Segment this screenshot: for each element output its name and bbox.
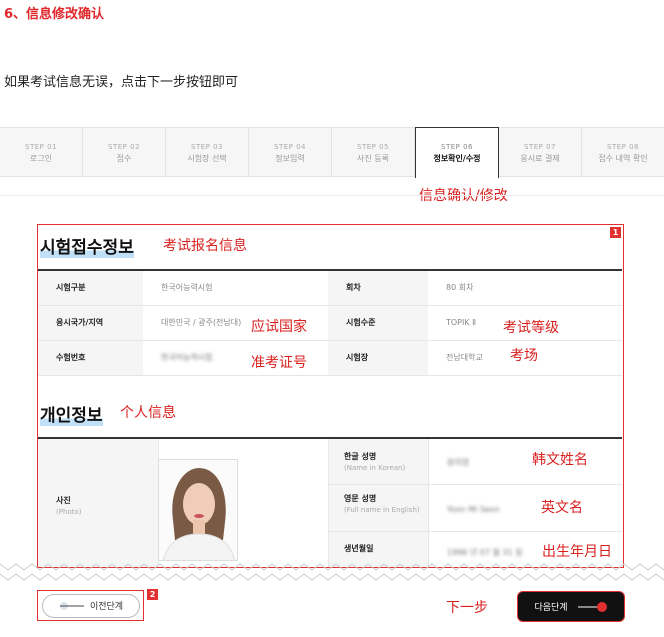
step-number: STEP 07 bbox=[524, 143, 556, 151]
step-label: 로그인 bbox=[29, 154, 53, 163]
english-name-sublabel: (Full name in English) bbox=[344, 506, 420, 514]
exam-info-title: 시험접수정보 bbox=[40, 233, 134, 258]
callout-tag-2: 2 bbox=[147, 589, 158, 600]
step-8: STEP 08 접수 내역 확인 bbox=[582, 128, 664, 176]
previous-step-label: 이전단계 bbox=[89, 602, 124, 612]
arrow-right-icon bbox=[577, 601, 607, 612]
step-6-active: STEP 06 정보확인/수정 bbox=[415, 127, 499, 178]
next-step-annotation: 下一步 bbox=[446, 600, 488, 616]
step-label: 사진 등록 bbox=[357, 154, 389, 163]
session-label: 회차 bbox=[328, 269, 428, 306]
step-label: 시험장 선택 bbox=[187, 154, 227, 163]
step-number: STEP 02 bbox=[108, 143, 140, 151]
step-number: STEP 04 bbox=[274, 143, 306, 151]
number-annotation: 准考证号 bbox=[251, 355, 307, 371]
next-step-button[interactable]: 다음단계 bbox=[517, 591, 625, 622]
personal-table-frame: 사진 (Photo) 한글 성명 (Name in Korean) 윤미영 韩文… bbox=[38, 437, 622, 567]
step-3: STEP 03 시험장 선택 bbox=[166, 128, 249, 176]
confirmation-card: 1 시험접수정보 考试报名信息 시험구분 한국어능력시험 회차 80 회차 응시… bbox=[37, 224, 624, 568]
step-label: 응시료 결제 bbox=[520, 154, 560, 163]
level-label: 시험수준 bbox=[328, 305, 428, 341]
step-progress-bar: STEP 01 로그인 STEP 02 접수 STEP 03 시험장 선택 STEP … bbox=[0, 127, 664, 178]
previous-step-button[interactable]: 이전단계 bbox=[37, 590, 144, 621]
exam-type-label: 시험구분 bbox=[38, 269, 143, 306]
step-number: STEP 01 bbox=[25, 143, 57, 151]
step-label: 접수 내역 확인 bbox=[598, 154, 648, 163]
divider bbox=[328, 531, 622, 532]
english-name-annotation: 英文名 bbox=[541, 500, 583, 516]
english-name-value: Yoon Mi Seon bbox=[447, 505, 500, 514]
portrait-image bbox=[159, 460, 237, 560]
personal-info-title: 개인정보 bbox=[40, 401, 103, 426]
personal-info-title-text: 개인정보 bbox=[40, 406, 103, 426]
step-number: STEP 05 bbox=[357, 143, 389, 151]
exam-type-value: 한국어능력시험 bbox=[143, 269, 328, 306]
step-2: STEP 02 접수 bbox=[83, 128, 166, 176]
divider bbox=[0, 195, 664, 196]
korean-name-label-group: 한글 성명 (Name in Korean) bbox=[344, 451, 405, 472]
previous-step-button-inner[interactable]: 이전단계 bbox=[41, 593, 140, 618]
exam-number-label: 수험번호 bbox=[38, 340, 143, 376]
korean-name-label: 한글 성명 bbox=[344, 452, 377, 461]
page-heading: 6、信息修改确认 bbox=[4, 7, 105, 22]
photo-sublabel: (Photo) bbox=[56, 508, 82, 516]
venue-annotation: 考场 bbox=[510, 348, 538, 364]
english-name-label: 영문 성명 bbox=[344, 494, 377, 503]
step-number: STEP 06 bbox=[441, 143, 473, 151]
birthdate-label: 생년월일 bbox=[344, 544, 374, 553]
country-annotation: 应试国家 bbox=[251, 319, 307, 335]
personal-info-annotation: 个人信息 bbox=[120, 405, 176, 421]
venue-label: 시험장 bbox=[328, 340, 428, 376]
divider bbox=[328, 484, 622, 485]
session-value: 80 회차 bbox=[428, 269, 622, 306]
korean-name-sublabel: (Name in Korean) bbox=[344, 464, 406, 472]
next-step-label: 다음단계 bbox=[534, 603, 568, 613]
arrow-left-icon bbox=[59, 601, 84, 610]
step-label: 접수 bbox=[116, 154, 132, 163]
step-4: STEP 04 정보입력 bbox=[249, 128, 332, 176]
exam-info-annotation: 考试报名信息 bbox=[163, 238, 247, 254]
korean-name-annotation: 韩文姓名 bbox=[532, 452, 588, 468]
step-5: STEP 05 사진 등록 bbox=[332, 128, 415, 176]
photo-label: 사진 bbox=[56, 496, 71, 505]
divider bbox=[428, 439, 429, 567]
exam-info-title-text: 시험접수정보 bbox=[40, 238, 134, 258]
photo-label-group: 사진 (Photo) bbox=[56, 495, 81, 516]
korean-name-value: 윤미영 bbox=[447, 458, 470, 467]
step-7: STEP 07 응시료 결제 bbox=[499, 128, 582, 176]
english-name-label-group: 영문 성명 (Full name in English) bbox=[344, 493, 424, 514]
table-row: 시험구분 한국어능력시험 회차 80 회차 bbox=[38, 269, 622, 306]
birthdate-label-group: 생년월일 bbox=[344, 543, 373, 554]
torn-edge-separator bbox=[0, 563, 664, 581]
level-annotation: 考试等级 bbox=[503, 320, 559, 336]
step-1: STEP 01 로그인 bbox=[0, 128, 83, 176]
instruction-text: 如果考试信息无误，点击下一步按钮即可 bbox=[4, 75, 239, 90]
step-label: 정보입력 bbox=[275, 154, 305, 163]
photo-header-cell: 사진 (Photo) bbox=[38, 439, 158, 567]
step-number: STEP 08 bbox=[607, 143, 639, 151]
divider bbox=[328, 439, 329, 567]
country-label: 응시국가/지역 bbox=[38, 305, 143, 341]
applicant-photo bbox=[158, 459, 238, 561]
callout-tag-1: 1 bbox=[610, 227, 621, 238]
step-number: STEP 03 bbox=[191, 143, 223, 151]
step-label: 정보확인/수정 bbox=[433, 154, 481, 163]
